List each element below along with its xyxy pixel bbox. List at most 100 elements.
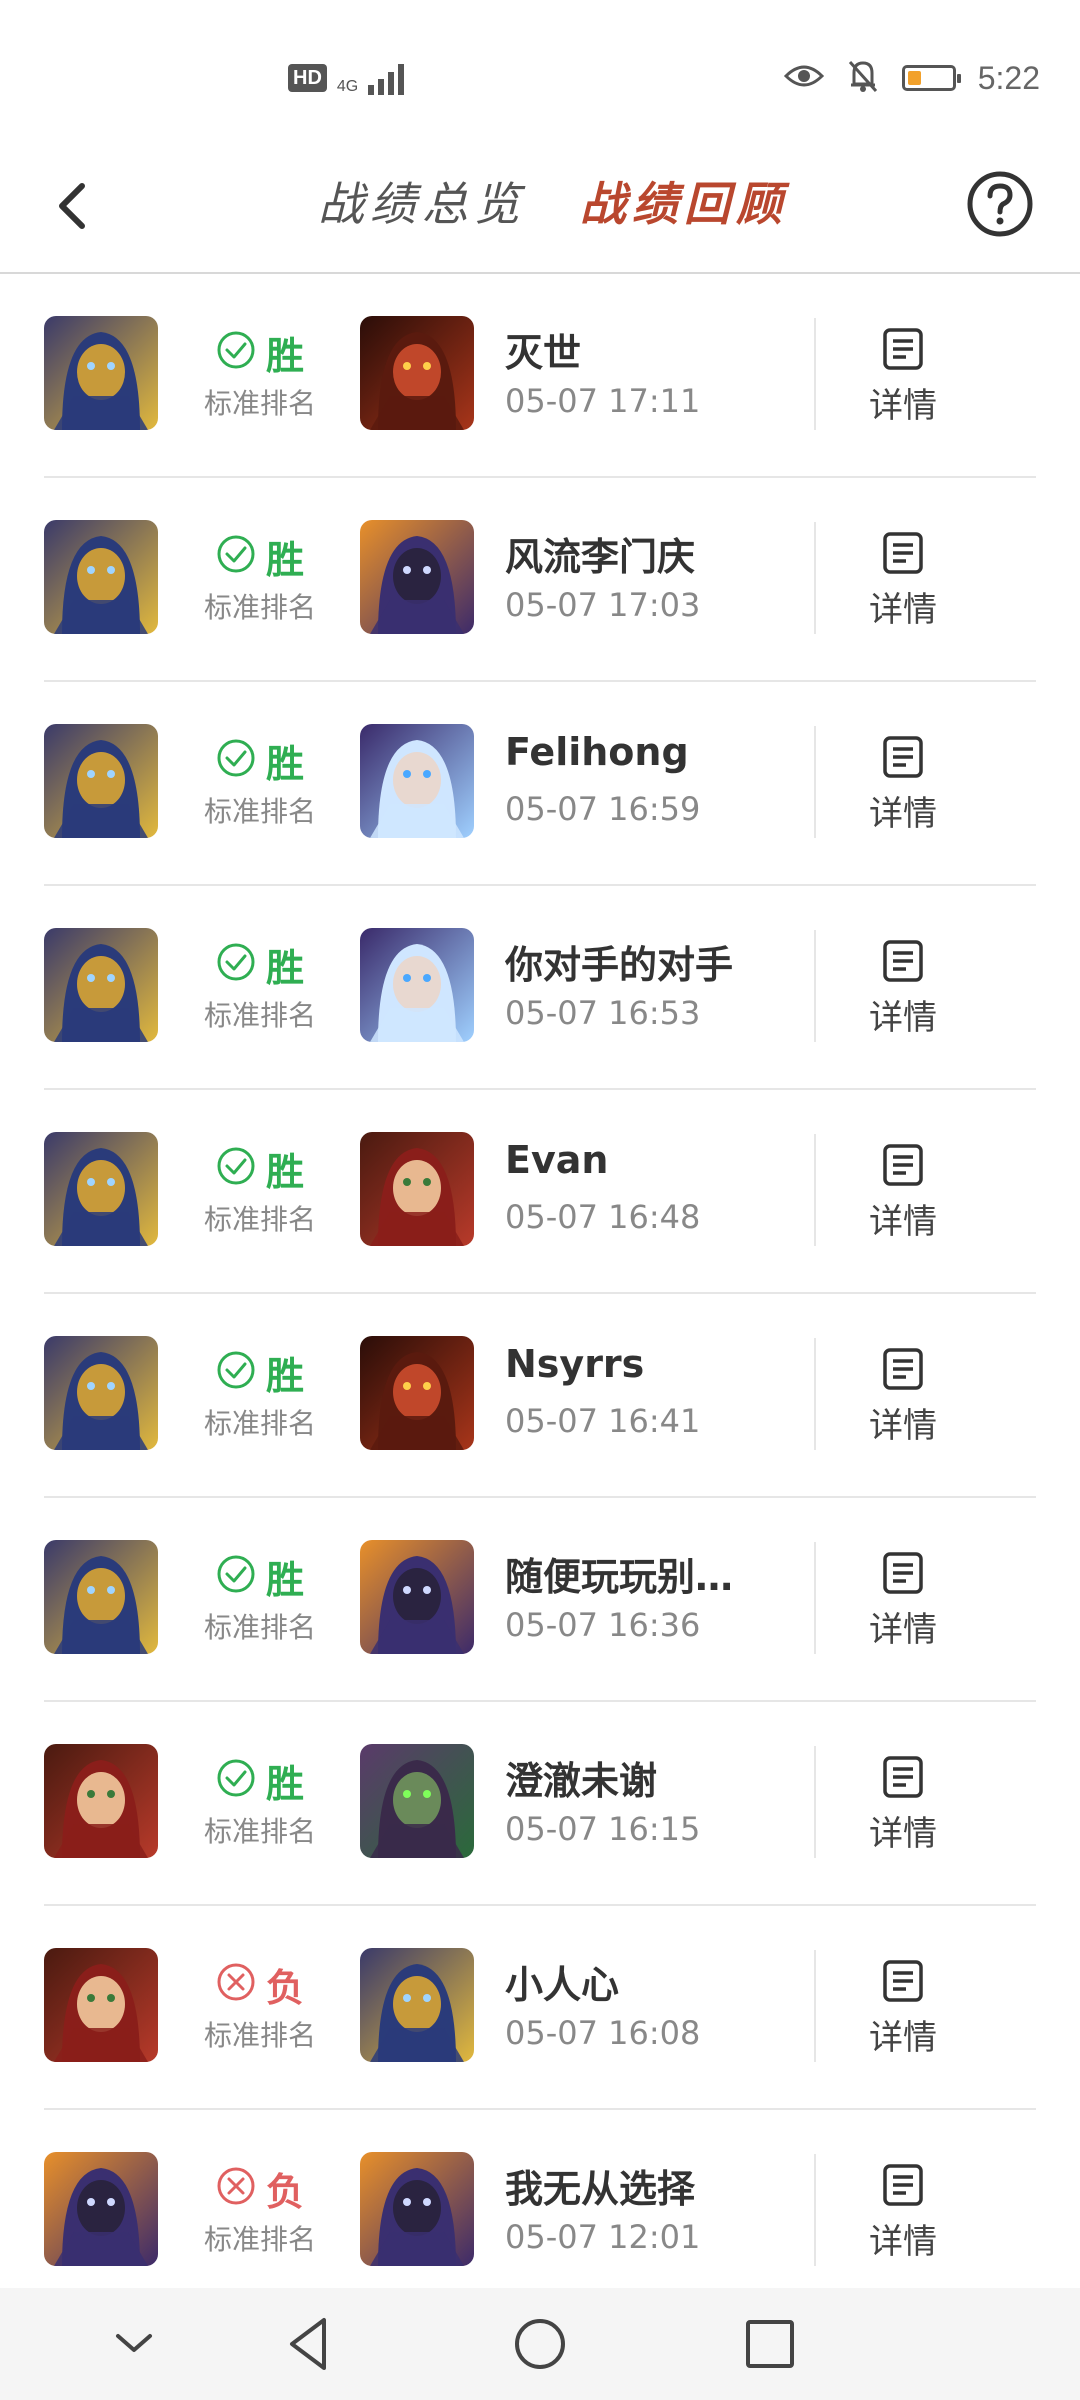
- eye-icon: [783, 61, 824, 95]
- divider: [814, 726, 816, 838]
- opponent-hero-portrait: [360, 2152, 474, 2266]
- opponent-name: Evan: [505, 1138, 609, 1182]
- match-row[interactable]: 负 标准排名 我无从选择 05-07 12:01 详情: [0, 2110, 1080, 2314]
- details-button[interactable]: 详情: [860, 938, 946, 1039]
- result-text: 胜: [265, 333, 304, 378]
- my-hero-portrait: [44, 724, 158, 838]
- result-line: 胜: [190, 1756, 330, 1806]
- details-button[interactable]: 详情: [860, 326, 946, 427]
- match-row[interactable]: 胜 标准排名 风流李门庆 05-07 17:03 详情: [0, 478, 1080, 682]
- nav-back-button[interactable]: [280, 2314, 340, 2374]
- divider: [814, 318, 816, 430]
- result-text: 胜: [265, 1353, 304, 1398]
- status-time: 5:22: [977, 59, 1040, 96]
- result-text: 负: [265, 1965, 304, 2010]
- back-button[interactable]: [40, 166, 120, 246]
- details-label: 详情: [869, 2018, 937, 2058]
- nav-recents-button[interactable]: [740, 2314, 800, 2374]
- match-row[interactable]: 胜 标准排名 Nsyrrs 05-07 16:41 详情: [0, 1294, 1080, 1498]
- match-time: 05-07 16:48: [505, 1198, 701, 1236]
- match-time: 05-07 16:59: [505, 790, 701, 828]
- details-label: 详情: [869, 590, 937, 630]
- win-check-icon: [216, 942, 256, 986]
- status-right: 5:22: [783, 56, 1040, 100]
- result-line: 胜: [190, 1552, 330, 1602]
- result-line: 负: [190, 1960, 330, 2010]
- details-button[interactable]: 详情: [860, 530, 946, 631]
- details-button[interactable]: 详情: [860, 1958, 946, 2059]
- result-line: 负: [190, 2164, 330, 2214]
- signal-icon: 4G: [337, 61, 412, 95]
- help-button[interactable]: [964, 168, 1036, 240]
- details-label: 详情: [869, 794, 937, 834]
- game-mode: 标准排名: [203, 1407, 316, 1440]
- opponent-name: 随便玩玩别…: [505, 1555, 734, 1599]
- document-icon: [860, 1754, 946, 1804]
- opponent-hero-portrait: [360, 1540, 474, 1654]
- match-time: 05-07 17:11: [505, 382, 701, 420]
- result-box: 胜 标准排名: [190, 1552, 330, 1646]
- match-row[interactable]: 胜 标准排名 Evan 05-07 16:48 详情: [0, 1090, 1080, 1294]
- game-mode: 标准排名: [203, 999, 316, 1032]
- match-row[interactable]: 负 标准排名 小人心 05-07 16:08 详情: [0, 1906, 1080, 2110]
- result-box: 胜 标准排名: [190, 1144, 330, 1238]
- details-button[interactable]: 详情: [860, 2162, 946, 2263]
- game-mode: 标准排名: [203, 1203, 316, 1236]
- opponent-name: 小人心: [505, 1963, 620, 2007]
- network-type: 4G: [336, 78, 359, 95]
- result-box: 负 标准排名: [190, 1960, 330, 2054]
- game-mode: 标准排名: [203, 591, 316, 624]
- top-header: 战绩总览 战绩回顾: [0, 140, 1080, 274]
- status-bar: HD 4G 5:22: [0, 0, 1080, 140]
- match-time: 05-07 16:41: [505, 1402, 701, 1440]
- status-left: HD 4G: [288, 58, 412, 98]
- match-row[interactable]: 胜 标准排名 澄澈未谢 05-07 16:15 详情: [0, 1702, 1080, 1906]
- match-row[interactable]: 胜 标准排名 你对手的对手 05-07 16:53 详情: [0, 886, 1080, 1090]
- win-check-icon: [216, 1146, 256, 1190]
- details-button[interactable]: 详情: [860, 1754, 946, 1855]
- match-row[interactable]: 胜 标准排名 灭世 05-07 17:11 详情: [0, 274, 1080, 478]
- document-icon: [860, 1550, 946, 1600]
- match-row[interactable]: 胜 标准排名 随便玩玩别… 05-07 16:36 详情: [0, 1498, 1080, 1702]
- my-hero-portrait: [44, 1132, 158, 1246]
- result-line: 胜: [190, 1348, 330, 1398]
- opponent-hero-portrait: [360, 520, 474, 634]
- hd-badge: HD: [288, 64, 327, 92]
- details-button[interactable]: 详情: [860, 734, 946, 835]
- collapse-chevron-button[interactable]: [104, 2314, 164, 2374]
- my-hero-portrait: [44, 520, 158, 634]
- opponent-hero-portrait: [360, 1948, 474, 2062]
- match-row[interactable]: 胜 标准排名 Felihong 05-07 16:59 详情: [0, 682, 1080, 886]
- battery-icon: [901, 65, 961, 91]
- result-box: 胜 标准排名: [190, 1348, 330, 1442]
- nav-home-button[interactable]: [510, 2314, 570, 2374]
- opponent-hero-portrait: [360, 928, 474, 1042]
- details-button[interactable]: 详情: [860, 1142, 946, 1243]
- opponent-hero-portrait: [360, 316, 474, 430]
- tab-overview[interactable]: 战绩总览: [318, 164, 526, 244]
- my-hero-portrait: [44, 316, 158, 430]
- game-mode: 标准排名: [203, 2019, 316, 2052]
- result-box: 胜 标准排名: [190, 532, 330, 626]
- document-icon: [860, 1142, 946, 1192]
- back-triangle-icon: [290, 2318, 326, 2370]
- divider: [814, 1746, 816, 1858]
- home-circle-icon: [515, 2319, 565, 2369]
- my-hero-portrait: [44, 1948, 158, 2062]
- details-label: 详情: [869, 386, 937, 426]
- loss-x-icon: [216, 1962, 256, 2006]
- battery-level-fill: [907, 71, 921, 85]
- document-icon: [860, 530, 946, 580]
- game-mode: 标准排名: [203, 1611, 316, 1644]
- opponent-hero-portrait: [360, 1744, 474, 1858]
- opponent-name: 你对手的对手: [505, 943, 734, 987]
- match-time: 05-07 16:15: [505, 1810, 701, 1848]
- details-button[interactable]: 详情: [860, 1346, 946, 1447]
- match-time: 05-07 16:08: [505, 2014, 701, 2052]
- result-text: 胜: [265, 741, 304, 786]
- details-label: 详情: [869, 1610, 937, 1650]
- result-line: 胜: [190, 328, 330, 378]
- details-button[interactable]: 详情: [860, 1550, 946, 1651]
- tab-review[interactable]: 战绩回顾: [580, 164, 788, 244]
- divider: [814, 522, 816, 634]
